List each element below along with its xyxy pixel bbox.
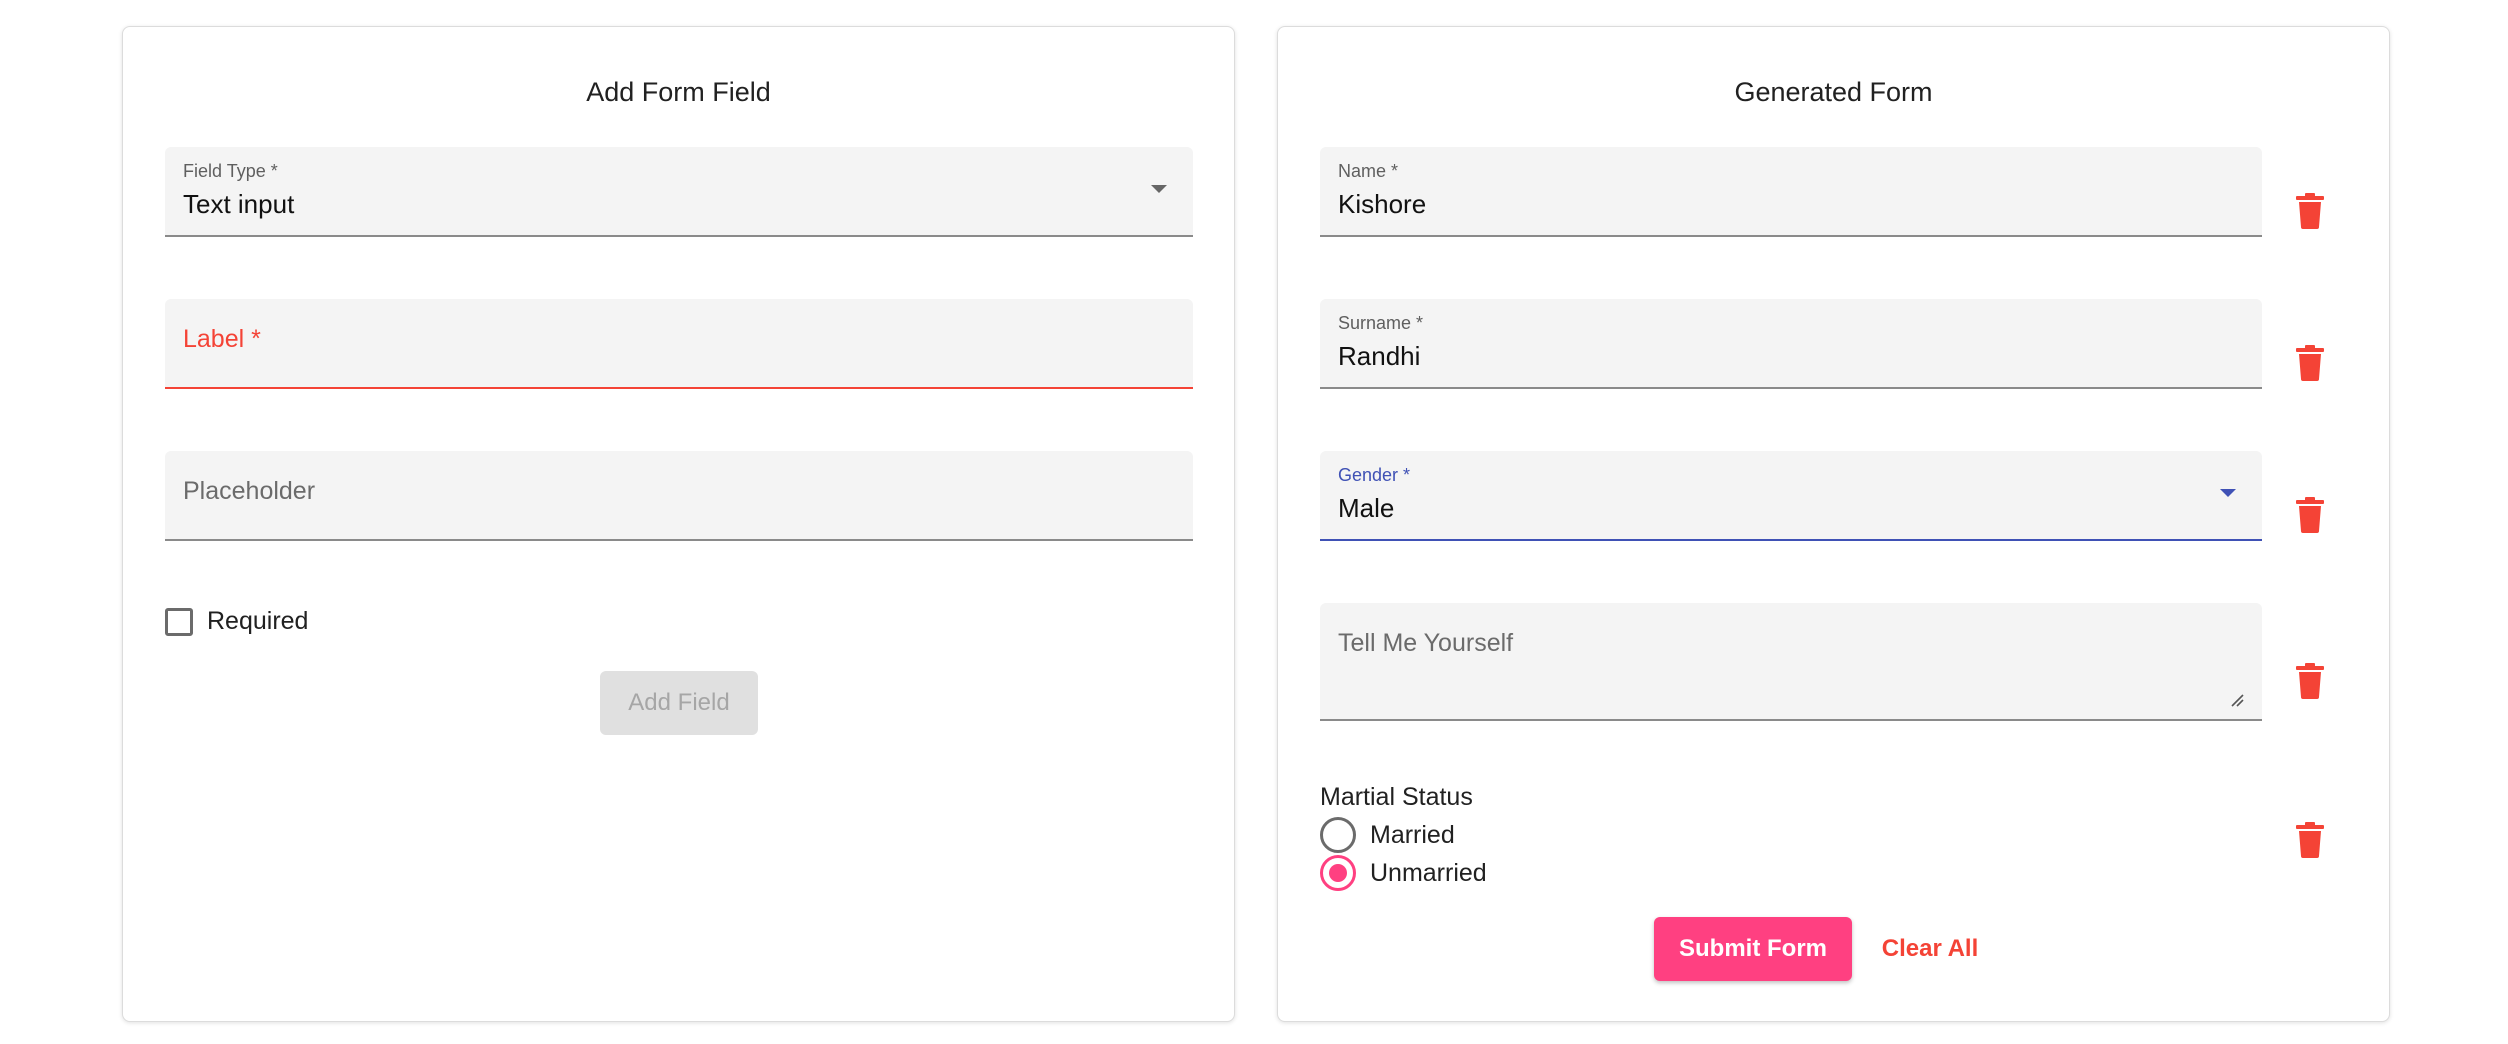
radio-selected-dot	[1329, 864, 1347, 882]
trash-icon[interactable]	[2296, 822, 2324, 858]
radio-label: Married	[1370, 820, 1455, 849]
field-type-value: Text input	[183, 189, 295, 219]
add-form-field-card: Add Form Field Field Type * Text input L…	[122, 26, 1235, 1022]
caret-down-icon	[1151, 185, 1167, 193]
name-input-label: Name *	[1338, 161, 1399, 181]
radio-label: Unmarried	[1370, 858, 1487, 887]
resize-grip-icon[interactable]	[2230, 693, 2244, 707]
trash-icon[interactable]	[2296, 497, 2324, 533]
label-input[interactable]: Label *	[165, 299, 1193, 389]
add-field-button[interactable]: Add Field	[600, 671, 758, 735]
gender-select-label: Gender *	[1338, 465, 1411, 485]
marital-status-title: Martial Status	[1320, 783, 1473, 811]
label-input-placeholder: Label *	[183, 325, 261, 353]
submit-form-button[interactable]: Submit Form	[1654, 917, 1852, 981]
about-textarea-placeholder: Tell Me Yourself	[1338, 629, 1514, 657]
add-form-title: Add Form Field	[586, 77, 771, 107]
radio-option-unmarried[interactable]: Unmarried	[1320, 855, 1487, 891]
trash-icon[interactable]	[2296, 345, 2324, 381]
required-checkbox-row[interactable]: Required	[165, 607, 308, 636]
gender-select-value: Male	[1338, 493, 1395, 523]
field-type-label: Field Type *	[183, 161, 278, 181]
trash-icon[interactable]	[2296, 193, 2324, 229]
about-textarea[interactable]: Tell Me Yourself	[1320, 603, 2262, 721]
gender-select[interactable]: Gender * Male	[1320, 451, 2262, 541]
field-type-select[interactable]: Field Type * Text input	[165, 147, 1193, 237]
surname-input-value: Randhi	[1338, 341, 1421, 371]
radio-option-married[interactable]: Married	[1320, 817, 1455, 853]
trash-icon[interactable]	[2296, 663, 2324, 699]
generated-form-card: Generated Form Name * Kishore Surname * …	[1277, 26, 2390, 1022]
radio-button[interactable]	[1320, 855, 1356, 891]
surname-input-label: Surname *	[1338, 313, 1424, 333]
caret-down-icon	[2220, 489, 2236, 497]
name-input[interactable]: Name * Kishore	[1320, 147, 2262, 237]
placeholder-input[interactable]: Placeholder	[165, 451, 1193, 541]
required-checkbox[interactable]	[165, 607, 193, 636]
radio-button[interactable]	[1320, 817, 1356, 853]
generated-form-title: Generated Form	[1734, 77, 1933, 107]
clear-all-button[interactable]: Clear All	[1870, 917, 1990, 981]
name-input-value: Kishore	[1338, 189, 1427, 219]
required-checkbox-label: Required	[207, 607, 309, 635]
placeholder-input-placeholder: Placeholder	[183, 477, 316, 505]
surname-input[interactable]: Surname * Randhi	[1320, 299, 2262, 389]
